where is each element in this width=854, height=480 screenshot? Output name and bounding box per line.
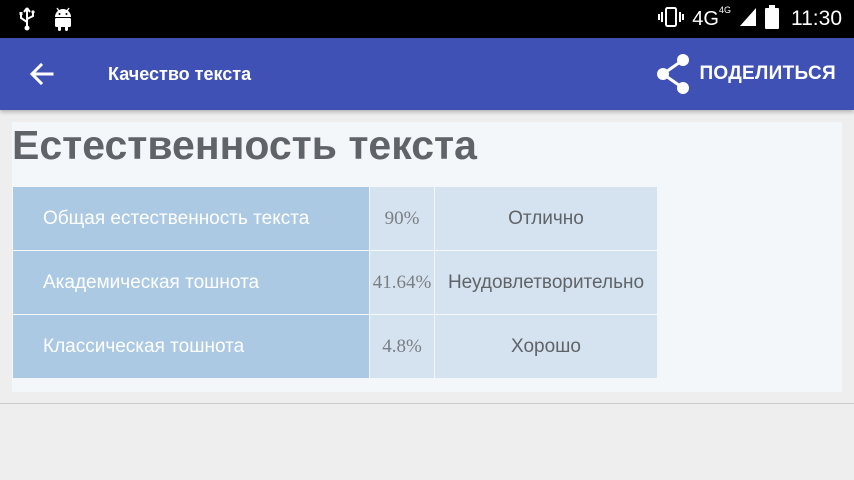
- table-row: Академическая тошнота 41.64% Неудовлетво…: [13, 251, 657, 314]
- metric-rating: Отлично: [435, 187, 657, 250]
- metric-name: Классическая тошнота: [13, 315, 369, 378]
- notification-icons: [16, 6, 74, 36]
- signal-icon: [739, 7, 757, 31]
- battery-icon: [765, 5, 779, 33]
- network-type: 4G4G: [692, 4, 731, 30]
- arrow-back-icon: [29, 62, 54, 86]
- vibrate-icon: [658, 6, 685, 32]
- share-label: ПОДЕЛИТЬСЯ: [699, 63, 836, 84]
- system-icons: 4G4G 11:30: [658, 0, 842, 38]
- metric-name: Общая естественность текста: [13, 187, 369, 250]
- content-title: Естественность текста: [12, 122, 477, 168]
- metric-rating: Хорошо: [435, 315, 657, 378]
- metric-name: Академическая тошнота: [13, 251, 369, 314]
- metric-rating: Неудовлетворительно: [435, 251, 657, 314]
- metric-value: 41.64%: [370, 251, 434, 314]
- back-button[interactable]: [24, 56, 60, 92]
- table-row: Классическая тошнота 4.8% Хорошо: [13, 315, 657, 378]
- share-button[interactable]: ПОДЕЛИТЬСЯ: [653, 52, 836, 96]
- quality-table: Общая естественность текста 90% Отлично …: [12, 186, 658, 379]
- status-bar: 4G4G 11:30: [0, 0, 854, 38]
- content-card: Естественность текста Общая естественнос…: [12, 122, 842, 392]
- metric-value: 4.8%: [370, 315, 434, 378]
- metric-value: 90%: [370, 187, 434, 250]
- page-title: Качество текста: [108, 64, 252, 84]
- android-icon: [52, 6, 74, 36]
- table-row: Общая естественность текста 90% Отлично: [13, 187, 657, 250]
- app-bar: Качество текста ПОДЕЛИТЬСЯ: [0, 38, 854, 110]
- usb-icon: [16, 6, 38, 36]
- share-icon: [657, 54, 690, 94]
- divider: [0, 403, 854, 404]
- status-clock: 11:30: [791, 7, 842, 30]
